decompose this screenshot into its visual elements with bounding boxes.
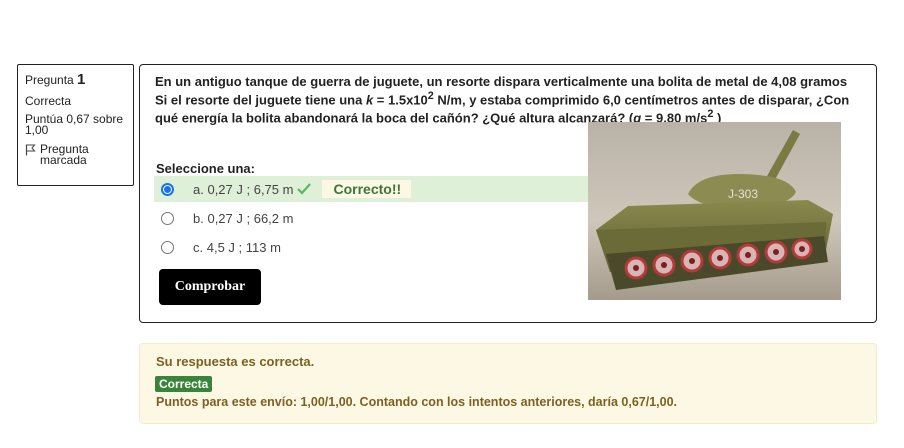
radio-button[interactable] [161,182,174,196]
correct-badge: Correcto!! [322,180,412,198]
flag-label: Pregunta marcada [40,142,89,167]
option-letter: c. [193,239,204,255]
option-text: 4,5 J ; 113 m [206,239,281,255]
points-summary: Puntos para este envío: 1,00/1,00. Conta… [156,395,678,409]
feedback-panel: Su respuesta es correcta. Correcta Punto… [139,343,877,424]
answer-option-a[interactable]: a. 0,27 J ; 6,75 m Correcto!! [154,176,588,202]
question-state: Correcta [25,94,72,108]
check-icon [297,183,312,195]
question-text-part: = 1.5x10 [373,92,428,108]
check-button[interactable]: Comprobar [159,269,261,305]
select-one-label: Seleccione una: [156,161,255,176]
correct-pill: Correcta [155,376,213,392]
toy-tank-image: J-303 [588,122,841,300]
option-letter: b. [193,210,204,226]
flag-question-toggle[interactable]: Pregunta marcada [25,142,126,167]
tank-label: J-303 [728,187,758,201]
question-info-panel: Pregunta 1 Correcta Puntúa 0,67 sobre 1,… [17,64,134,186]
question-number: Pregunta 1 [25,71,126,88]
option-text: 0,27 J ; 6,75 m [207,181,294,197]
radio-button[interactable] [161,211,174,225]
question-text: En un antiguo tanque de guerra de juguet… [155,74,855,126]
answer-option-b[interactable]: b. 0,27 J ; 66,2 m [154,205,293,231]
option-letter: a. [193,181,204,197]
question-grade: Puntúa 0,67 sobre 1,00 [25,112,124,137]
question-number-value: 1 [77,71,86,88]
feedback-message: Su respuesta es correcta. [156,354,315,369]
radio-button[interactable] [161,240,174,254]
option-text: 0,27 J ; 66,2 m [207,210,294,226]
question-word: Pregunta [25,73,74,87]
flag-icon [25,144,36,156]
question-content: En un antiguo tanque de guerra de juguet… [139,64,877,323]
answer-option-c[interactable]: c. 4,5 J ; 113 m [154,234,281,260]
